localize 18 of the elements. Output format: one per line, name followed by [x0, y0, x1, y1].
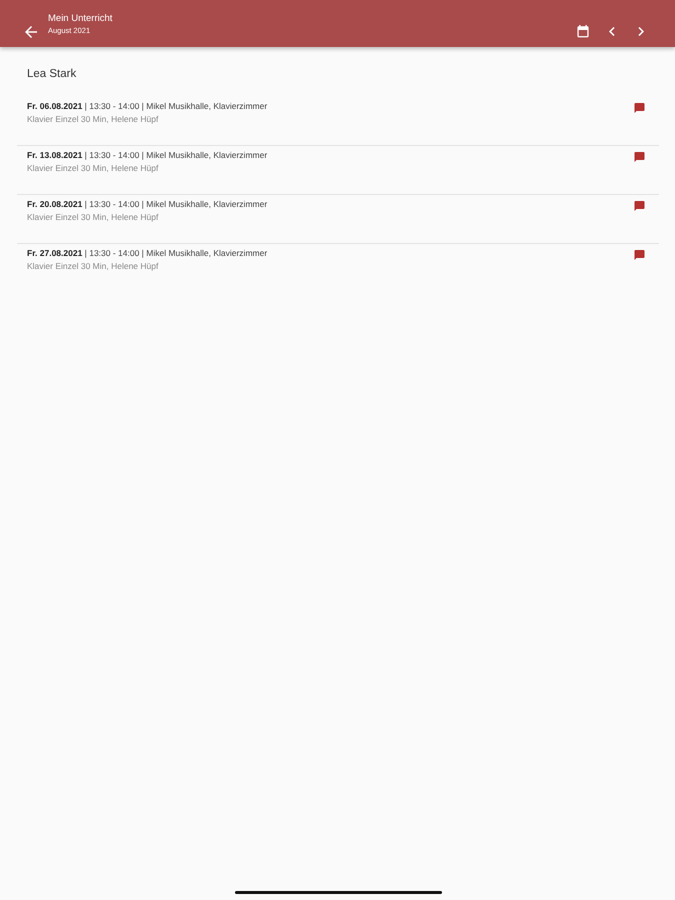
lesson-details: Klavier Einzel 30 Min, Helene Hüpf [27, 113, 160, 126]
back-arrow-icon[interactable] [25, 26, 37, 38]
student-name: Lea Stark [27, 67, 78, 81]
comment-icon[interactable] [634, 103, 645, 113]
chevron-right-icon [638, 27, 644, 36]
comment-icon[interactable] [634, 152, 645, 162]
lesson-title[interactable]: Fr. 13.08.2021 | 13:30 - 14:00 | Mikel Musikhalle, Klavierzimmer [27, 148, 634, 162]
lesson-title[interactable]: Fr. 20.08.2021 | 13:30 - 14:00 | Mikel Musikhalle, Klavierzimmer [27, 197, 634, 211]
lesson-details: Klavier Einzel 30 Min, Helene Hüpf [27, 260, 160, 273]
app-bar-title: Mein Unterricht [48, 12, 112, 24]
lesson-title[interactable]: Fr. 06.08.2021 | 13:30 - 14:00 | Mikel Musikhalle, Klavierzimmer [27, 99, 634, 113]
comment-icon[interactable] [634, 201, 645, 211]
lesson-title[interactable]: Fr. 27.08.2021 | 13:30 - 14:00 | Mikel Musikhalle, Klavierzimmer [27, 246, 634, 260]
chevron-left-icon [608, 27, 614, 36]
comment-icon[interactable] [634, 250, 645, 260]
lesson-details: Klavier Einzel 30 Min, Helene Hüpf [27, 211, 160, 224]
lesson-details: Klavier Einzel 30 Min, Helene Hüpf [27, 162, 160, 175]
calendar-icon [576, 25, 588, 38]
